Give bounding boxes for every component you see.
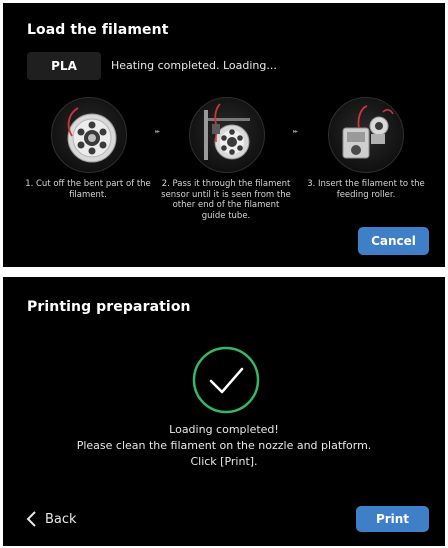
step-arrow-icon: ▸▸ <box>293 128 298 135</box>
step-3-caption: 3. Insert the filament to the feeding ro… <box>307 179 425 200</box>
back-button[interactable]: Back <box>25 509 77 529</box>
filament-sensor-icon <box>189 97 265 173</box>
checkmark-icon <box>191 345 261 415</box>
step-1-caption: 1. Cut off the bent part of the filament… <box>25 179 151 200</box>
loading-status-text: Heating completed. Loading... <box>111 59 277 72</box>
print-button[interactable]: Print <box>356 506 429 532</box>
back-label: Back <box>45 511 77 527</box>
completion-message-line: Click [Print]. <box>190 455 258 468</box>
completion-message-line: Please clean the filament on the nozzle … <box>76 439 372 452</box>
step-2-caption: 2. Pass it through the filament sensor u… <box>161 179 291 221</box>
chevron-left-icon <box>26 511 36 527</box>
printing-preparation-panel: Printing preparation Loading completed! … <box>3 277 445 546</box>
printing-preparation-title: Printing preparation <box>27 299 191 315</box>
extruder-feeder-icon <box>328 97 404 173</box>
material-badge: PLA <box>27 52 101 80</box>
load-filament-title: Load the filament <box>27 22 169 38</box>
load-filament-panel: Load the filament PLA Heating completed.… <box>3 3 445 267</box>
step-arrow-icon: ▸▸ <box>155 128 160 135</box>
cancel-button[interactable]: Cancel <box>358 227 429 255</box>
completion-message-line: Loading completed! <box>169 423 279 436</box>
filament-spool-icon <box>51 97 127 173</box>
